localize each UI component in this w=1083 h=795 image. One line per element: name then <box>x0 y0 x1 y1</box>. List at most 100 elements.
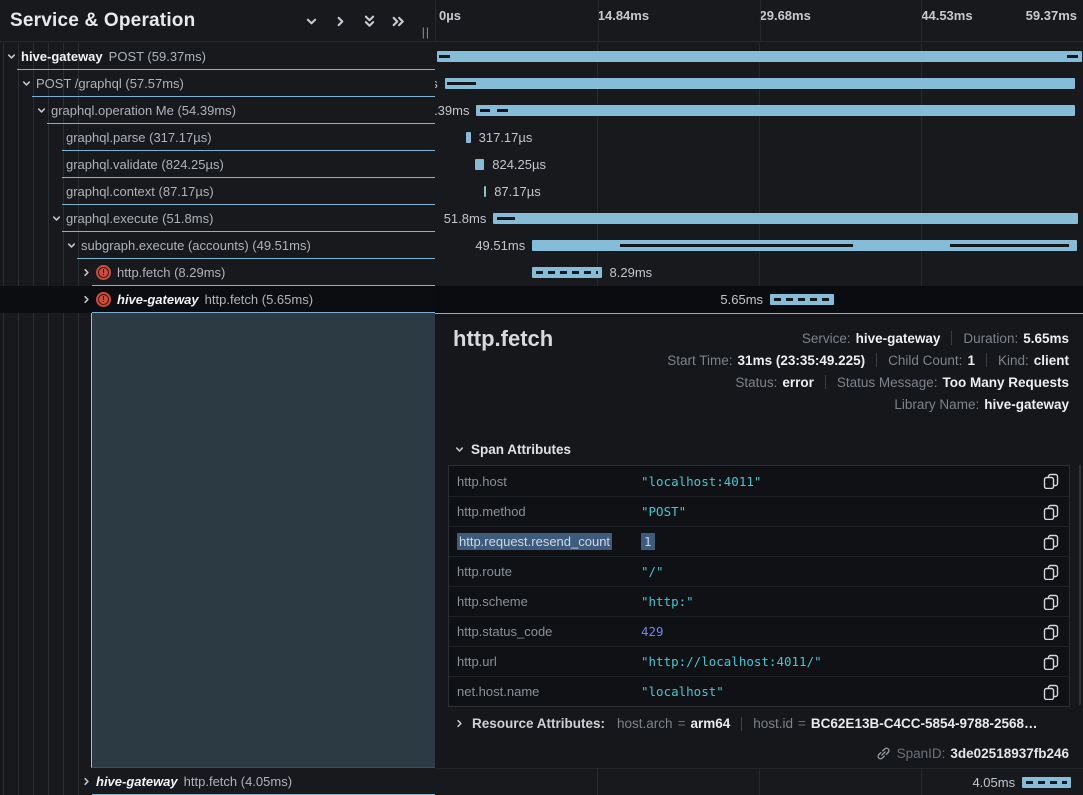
attribute-key: http.host <box>449 474 641 489</box>
attribute-key: http.method <box>449 504 641 519</box>
tree-row[interactable]: graphql.operation Me (54.39ms) <box>0 97 435 124</box>
span-bar[interactable] <box>476 105 1075 116</box>
duration-label: 51.8ms <box>444 205 487 232</box>
service-name: hive-gateway <box>117 292 199 307</box>
copy-icon[interactable] <box>1043 594 1059 610</box>
span-bar[interactable] <box>484 186 487 197</box>
tree-row[interactable]: graphql.validate (824.25µs) <box>0 151 435 178</box>
timeline-row[interactable]: 8.29ms <box>435 259 1083 286</box>
span-id-row: SpanID: 3de02518937fb246 <box>876 746 1069 761</box>
copy-icon[interactable] <box>1043 534 1059 550</box>
meta-label: Status: <box>735 375 777 390</box>
span-bar[interactable] <box>445 78 1076 89</box>
chevron-right-icon[interactable] <box>332 13 349 30</box>
timeline-row[interactable]: 49.51ms <box>435 232 1083 259</box>
selected-span-region[interactable] <box>91 313 435 768</box>
resource-value: arm64 <box>690 716 730 731</box>
span-label: graphql.parse (317.17µs) <box>66 130 212 145</box>
span-bar[interactable] <box>475 159 484 170</box>
timeline-row[interactable]: 87.17µs <box>435 178 1083 205</box>
child-span-mark <box>620 244 853 247</box>
timeline-row[interactable]: 54.39ms <box>435 97 1083 124</box>
tree-row[interactable]: graphql.execute (51.8ms) <box>0 205 435 232</box>
meta-label: Service: <box>802 331 851 346</box>
double-chevron-down-icon[interactable] <box>361 13 378 30</box>
timeline-row[interactable]: 5.65ms <box>435 286 1083 313</box>
copy-icon[interactable] <box>1043 473 1059 489</box>
span-bar[interactable] <box>770 294 834 305</box>
span-label: POST (59.37ms) <box>109 49 206 64</box>
chevron-down-icon[interactable] <box>5 50 18 63</box>
attribute-value: "localhost:4011" <box>641 474 761 489</box>
timeline-row[interactable]: 824.25µs <box>435 151 1083 178</box>
duration-label: 5.65ms <box>720 286 763 313</box>
span-bar[interactable] <box>466 132 471 143</box>
attribute-row: http.method"POST" <box>449 496 1069 526</box>
timeline-row[interactable]: 57.57ms <box>435 70 1083 97</box>
meta-label: Status Message: <box>837 375 938 390</box>
span-attributes-title: Span Attributes <box>471 442 571 457</box>
span-bar[interactable] <box>532 267 601 278</box>
copy-icon[interactable] <box>1043 624 1059 640</box>
chevron-down-icon[interactable] <box>65 239 78 252</box>
attribute-value: 429 <box>641 624 664 639</box>
copy-icon[interactable] <box>1043 684 1059 700</box>
attribute-value: "http:" <box>641 594 694 609</box>
span-bar[interactable] <box>493 213 1078 224</box>
chevron-right-icon[interactable] <box>80 266 93 279</box>
copy-icon[interactable] <box>1043 564 1059 580</box>
duration-label: 824.25µs <box>492 151 546 178</box>
chevron-down-icon[interactable] <box>50 212 63 225</box>
span-label: http.fetch (4.05ms) <box>184 774 292 789</box>
tree-row[interactable]: subgraph.execute (accounts) (49.51ms) <box>0 232 435 259</box>
chevron-right-icon[interactable] <box>80 775 93 788</box>
chevron-right-icon <box>453 717 466 730</box>
tree-row[interactable]: graphql.parse (317.17µs) <box>0 124 435 151</box>
meta-value: 1 <box>967 353 975 368</box>
ruler-tick: 29.68ms <box>760 8 811 23</box>
attribute-key: http.scheme <box>449 594 641 609</box>
attribute-row: http.request.resend_count1 <box>449 526 1069 556</box>
child-span-mark <box>497 109 508 112</box>
tree-row[interactable]: graphql.context (87.17µs) <box>0 178 435 205</box>
ruler-tick: 59.37ms <box>1026 8 1077 23</box>
gridline <box>760 0 761 42</box>
attribute-value: "http://localhost:4011/" <box>641 654 822 669</box>
span-bar[interactable] <box>1022 777 1071 788</box>
tree-row[interactable]: hive-gateway http.fetch (4.05ms) <box>0 768 435 795</box>
copy-icon[interactable] <box>1043 504 1059 520</box>
copy-icon[interactable] <box>1043 654 1059 670</box>
meta-label: Library Name: <box>894 397 979 412</box>
tree-row[interactable]: !hive-gatewayhttp.fetch (5.65ms) <box>0 286 435 313</box>
timeline-row[interactable]: 4.05ms <box>435 769 1083 795</box>
chevron-down-icon[interactable] <box>35 104 48 117</box>
panel-resize-handle[interactable]: || <box>422 25 430 39</box>
attribute-key: http.request.resend_count <box>449 534 641 549</box>
double-chevron-right-icon[interactable] <box>390 13 407 30</box>
service-name: hive-gateway <box>96 774 178 789</box>
chevron-down-icon[interactable] <box>303 13 320 30</box>
timeline-row[interactable]: 51.8ms <box>435 205 1083 232</box>
link-icon[interactable] <box>876 746 891 761</box>
timeline-ruler: 0µs14.84ms29.68ms44.53ms59.37ms <box>435 0 1083 42</box>
error-icon: ! <box>96 292 111 307</box>
span-bar[interactable] <box>437 51 1082 62</box>
panel-title: Service & Operation <box>0 10 195 32</box>
resource-key: host.id <box>753 716 793 731</box>
meta-label: Child Count: <box>888 353 962 368</box>
tree-row[interactable]: POST /graphql (57.57ms) <box>0 70 435 97</box>
span-attributes-header[interactable]: Span Attributes <box>453 442 571 457</box>
span-title: http.fetch <box>453 326 553 352</box>
timeline-row[interactable]: 59.37ms <box>435 43 1083 70</box>
meta-value: error <box>782 375 814 390</box>
meta-value: hive-gateway <box>856 331 941 346</box>
chevron-right-icon[interactable] <box>80 293 93 306</box>
duration-label: 57.57ms <box>435 70 438 97</box>
tree-row[interactable]: hive-gatewayPOST (59.37ms) <box>0 43 435 70</box>
timeline-row[interactable]: 317.17µs <box>435 124 1083 151</box>
tree-row[interactable]: !http.fetch (8.29ms) <box>0 259 435 286</box>
scrollbar[interactable] <box>1079 465 1081 705</box>
chevron-down-icon[interactable] <box>20 77 33 90</box>
meta-label: Kind: <box>998 353 1029 368</box>
resource-attributes-row[interactable]: Resource Attributes:host.arch=arm64host.… <box>453 716 1038 731</box>
